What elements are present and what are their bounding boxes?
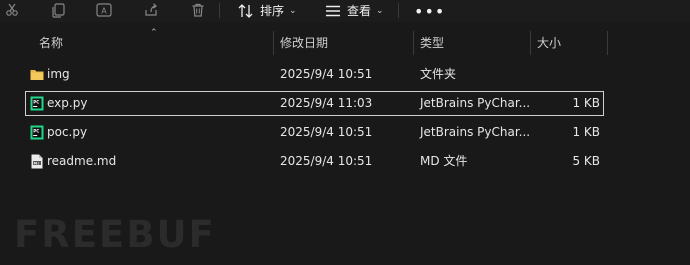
more-options-button[interactable]: ••• xyxy=(414,2,445,21)
file-size: 1 KB xyxy=(572,125,600,139)
file-type: MD 文件 xyxy=(420,154,468,168)
file-modified: 2025/9/4 11:03 xyxy=(280,96,373,110)
file-name: img xyxy=(47,67,70,81)
file-row[interactable]: M↓ readme.md 2025/9/4 10:51 MD 文件 5 KB xyxy=(25,149,604,174)
file-row[interactable]: img 2025/9/4 10:51 文件夹 xyxy=(25,62,604,87)
pycharm-file-icon: PC xyxy=(30,96,44,111)
svg-text:A: A xyxy=(101,7,107,16)
pycharm-file-icon: PC xyxy=(30,125,44,140)
command-bar: A 排序 ⌄ 查看 ⌄ ••• xyxy=(0,0,690,22)
toolbar-divider xyxy=(219,3,220,18)
column-divider[interactable] xyxy=(273,31,274,55)
column-header-type[interactable]: 类型 xyxy=(420,31,444,55)
file-modified: 2025/9/4 10:51 xyxy=(280,67,373,81)
column-header-modified[interactable]: 修改日期 xyxy=(280,31,328,55)
file-row[interactable]: PC poc.py 2025/9/4 10:51 JetBrains PyCha… xyxy=(25,120,604,145)
share-icon[interactable] xyxy=(140,0,162,20)
sort-button[interactable]: 排序 ⌄ xyxy=(238,1,297,20)
sort-icon xyxy=(238,3,253,18)
file-size: 1 KB xyxy=(572,96,600,110)
file-name: readme.md xyxy=(47,154,117,168)
toolbar-divider xyxy=(398,3,399,18)
file-name: exp.py xyxy=(47,96,88,110)
cut-icon[interactable] xyxy=(1,0,23,20)
file-modified: 2025/9/4 10:51 xyxy=(280,154,373,168)
view-button[interactable]: 查看 ⌄ xyxy=(325,1,384,20)
file-size: 5 KB xyxy=(572,154,600,168)
svg-text:M↓: M↓ xyxy=(34,161,40,165)
copy-icon[interactable] xyxy=(47,0,69,20)
file-row-selected[interactable]: PC exp.py 2025/9/4 11:03 JetBrains PyCha… xyxy=(25,91,604,116)
rename-icon[interactable]: A xyxy=(93,0,115,20)
view-list-icon xyxy=(326,5,340,16)
delete-icon[interactable] xyxy=(187,0,209,20)
file-type: JetBrains PyChar... xyxy=(420,96,531,110)
sort-label: 排序 xyxy=(260,4,285,18)
file-type: JetBrains PyChar... xyxy=(420,125,531,139)
svg-text:PC: PC xyxy=(33,129,39,134)
chevron-down-icon: ⌄ xyxy=(376,5,384,16)
svg-text:PC: PC xyxy=(33,100,39,105)
folder-icon xyxy=(30,70,44,80)
column-header-name[interactable]: 名称 xyxy=(39,31,63,55)
column-divider[interactable] xyxy=(530,31,531,55)
column-divider[interactable] xyxy=(607,31,608,55)
freebuf-watermark: FREEBUF xyxy=(14,213,216,256)
view-label: 查看 xyxy=(347,4,372,18)
file-modified: 2025/9/4 10:51 xyxy=(280,125,373,139)
markdown-file-icon: M↓ xyxy=(31,154,43,169)
chevron-down-icon: ⌄ xyxy=(289,5,297,16)
file-name: poc.py xyxy=(47,125,88,139)
column-header-size[interactable]: 大小 xyxy=(537,31,561,55)
column-header-row: ⌃ 名称 修改日期 类型 大小 xyxy=(0,28,690,55)
file-size xyxy=(530,62,600,87)
column-divider[interactable] xyxy=(413,31,414,55)
sort-ascending-icon: ⌃ xyxy=(150,28,158,38)
file-type: 文件夹 xyxy=(420,67,457,81)
